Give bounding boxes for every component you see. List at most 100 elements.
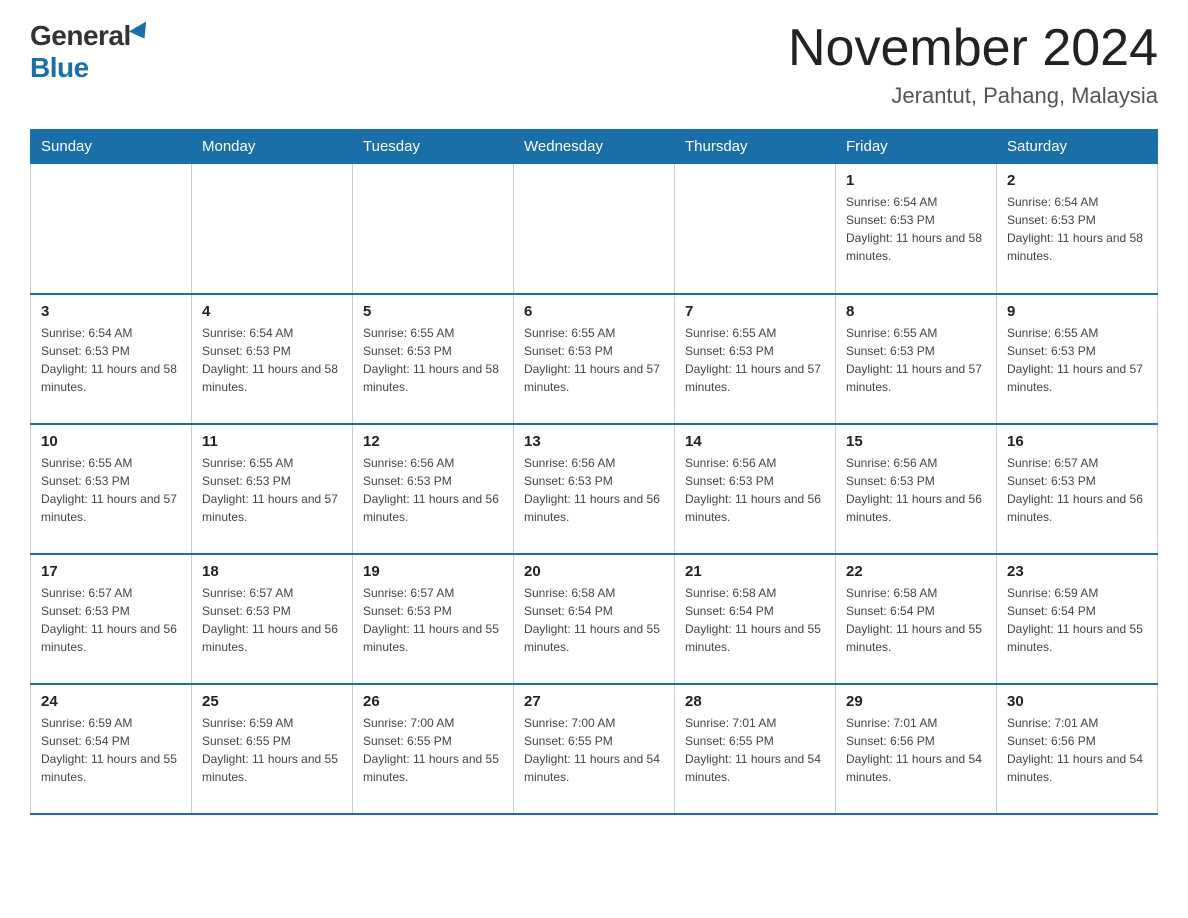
day-number: 5	[363, 303, 503, 320]
cell-w1-d1	[192, 164, 353, 294]
calendar-header: Sunday Monday Tuesday Wednesday Thursday…	[31, 130, 1158, 164]
day-info: Sunrise: 7:01 AMSunset: 6:56 PMDaylight:…	[1007, 714, 1147, 786]
day-info: Sunrise: 6:58 AMSunset: 6:54 PMDaylight:…	[846, 584, 986, 656]
cell-w5-d0: 24 Sunrise: 6:59 AMSunset: 6:54 PMDayligh…	[31, 684, 192, 814]
header-wednesday: Wednesday	[514, 130, 675, 164]
day-info: Sunrise: 6:59 AMSunset: 6:55 PMDaylight:…	[202, 714, 342, 786]
day-info: Sunrise: 6:55 AMSunset: 6:53 PMDaylight:…	[524, 324, 664, 396]
day-info: Sunrise: 6:59 AMSunset: 6:54 PMDaylight:…	[1007, 584, 1147, 656]
header-tuesday: Tuesday	[353, 130, 514, 164]
day-number: 28	[685, 693, 825, 710]
day-number: 24	[41, 693, 181, 710]
day-info: Sunrise: 7:01 AMSunset: 6:56 PMDaylight:…	[846, 714, 986, 786]
cell-w5-d6: 30 Sunrise: 7:01 AMSunset: 6:56 PMDayligh…	[997, 684, 1158, 814]
cell-w3-d5: 15 Sunrise: 6:56 AMSunset: 6:53 PMDayligh…	[836, 424, 997, 554]
day-info: Sunrise: 6:54 AMSunset: 6:53 PMDaylight:…	[1007, 193, 1147, 265]
day-info: Sunrise: 6:57 AMSunset: 6:53 PMDaylight:…	[363, 584, 503, 656]
day-number: 11	[202, 433, 342, 450]
cell-w5-d3: 27Sunrise: 7:00 AMSunset: 6:55 PMDayligh…	[514, 684, 675, 814]
day-info: Sunrise: 6:56 AMSunset: 6:53 PMDaylight:…	[846, 454, 986, 526]
cell-w3-d4: 14Sunrise: 6:56 AMSunset: 6:53 PMDayligh…	[675, 424, 836, 554]
cell-w4-d5: 22 Sunrise: 6:58 AMSunset: 6:54 PMDayligh…	[836, 554, 997, 684]
day-info: Sunrise: 7:00 AMSunset: 6:55 PMDaylight:…	[363, 714, 503, 786]
day-info: Sunrise: 6:55 AMSunset: 6:53 PMDaylight:…	[363, 324, 503, 396]
header-friday: Friday	[836, 130, 997, 164]
logo-general-text: General	[30, 20, 131, 52]
cell-w3-d0: 10 Sunrise: 6:55 AMSunset: 6:53 PMDayligh…	[31, 424, 192, 554]
day-info: Sunrise: 6:55 AMSunset: 6:53 PMDaylight:…	[846, 324, 986, 396]
header-thursday: Thursday	[675, 130, 836, 164]
day-number: 25	[202, 693, 342, 710]
cell-w4-d0: 17 Sunrise: 6:57 AMSunset: 6:53 PMDayligh…	[31, 554, 192, 684]
cell-w4-d4: 21 Sunrise: 6:58 AMSunset: 6:54 PMDayligh…	[675, 554, 836, 684]
day-info: Sunrise: 6:55 AMSunset: 6:53 PMDaylight:…	[1007, 324, 1147, 396]
day-info: Sunrise: 6:55 AMSunset: 6:53 PMDaylight:…	[202, 454, 342, 526]
header-saturday: Saturday	[997, 130, 1158, 164]
cell-w5-d5: 29 Sunrise: 7:01 AMSunset: 6:56 PMDayligh…	[836, 684, 997, 814]
day-info: Sunrise: 6:59 AMSunset: 6:54 PMDaylight:…	[41, 714, 181, 786]
cell-w1-d2	[353, 164, 514, 294]
cell-w5-d4: 28 Sunrise: 7:01 AMSunset: 6:55 PMDayligh…	[675, 684, 836, 814]
calendar-title: November 2024	[788, 20, 1158, 77]
week-row-5: 24 Sunrise: 6:59 AMSunset: 6:54 PMDayligh…	[31, 684, 1158, 814]
day-number: 13	[524, 433, 664, 450]
day-info: Sunrise: 6:56 AMSunset: 6:53 PMDaylight:…	[363, 454, 503, 526]
day-number: 8	[846, 303, 986, 320]
cell-w1-d5: 1Sunrise: 6:54 AMSunset: 6:53 PMDaylight…	[836, 164, 997, 294]
header-monday: Monday	[192, 130, 353, 164]
day-info: Sunrise: 6:54 AMSunset: 6:53 PMDaylight:…	[41, 324, 181, 396]
cell-w2-d1: 4 Sunrise: 6:54 AMSunset: 6:53 PMDaylight…	[192, 294, 353, 424]
cell-w2-d2: 5 Sunrise: 6:55 AMSunset: 6:53 PMDaylight…	[353, 294, 514, 424]
cell-w4-d3: 20Sunrise: 6:58 AMSunset: 6:54 PMDayligh…	[514, 554, 675, 684]
day-info: Sunrise: 6:56 AMSunset: 6:53 PMDaylight:…	[685, 454, 825, 526]
day-number: 2	[1007, 172, 1147, 189]
day-number: 1	[846, 172, 986, 189]
day-info: Sunrise: 6:57 AMSunset: 6:53 PMDaylight:…	[1007, 454, 1147, 526]
day-number: 21	[685, 563, 825, 580]
title-block: November 2024 Jerantut, Pahang, Malaysia	[788, 20, 1158, 109]
day-info: Sunrise: 6:55 AMSunset: 6:53 PMDaylight:…	[685, 324, 825, 396]
day-number: 27	[524, 693, 664, 710]
cell-w4-d2: 19 Sunrise: 6:57 AMSunset: 6:53 PMDayligh…	[353, 554, 514, 684]
day-info: Sunrise: 6:55 AMSunset: 6:53 PMDaylight:…	[41, 454, 181, 526]
day-number: 26	[363, 693, 503, 710]
day-number: 19	[363, 563, 503, 580]
day-number: 3	[41, 303, 181, 320]
day-number: 10	[41, 433, 181, 450]
day-info: Sunrise: 7:01 AMSunset: 6:55 PMDaylight:…	[685, 714, 825, 786]
day-info: Sunrise: 6:54 AMSunset: 6:53 PMDaylight:…	[202, 324, 342, 396]
cell-w3-d1: 11 Sunrise: 6:55 AMSunset: 6:53 PMDayligh…	[192, 424, 353, 554]
day-number: 30	[1007, 693, 1147, 710]
week-row-2: 3 Sunrise: 6:54 AMSunset: 6:53 PMDaylight…	[31, 294, 1158, 424]
header-sunday: Sunday	[31, 130, 192, 164]
day-info: Sunrise: 6:56 AMSunset: 6:53 PMDaylight:…	[524, 454, 664, 526]
day-number: 9	[1007, 303, 1147, 320]
week-row-1: 1 Sunrise: 6:54 AMSunset: 6:53 PMDaylight…	[31, 164, 1158, 294]
day-number: 22	[846, 563, 986, 580]
day-number: 29	[846, 693, 986, 710]
day-info: Sunrise: 6:57 AMSunset: 6:53 PMDaylight:…	[41, 584, 181, 656]
page-header: General Blue November 2024 Jerantut, Pah…	[30, 20, 1158, 109]
cell-w3-d2: 12Sunrise: 6:56 AMSunset: 6:53 PMDayligh…	[353, 424, 514, 554]
day-info: Sunrise: 6:57 AMSunset: 6:53 PMDaylight:…	[202, 584, 342, 656]
day-number: 17	[41, 563, 181, 580]
day-number: 6	[524, 303, 664, 320]
week-row-3: 10 Sunrise: 6:55 AMSunset: 6:53 PMDayligh…	[31, 424, 1158, 554]
header-row: Sunday Monday Tuesday Wednesday Thursday…	[31, 130, 1158, 164]
cell-w4-d1: 18 Sunrise: 6:57 AMSunset: 6:53 PMDayligh…	[192, 554, 353, 684]
cell-w3-d3: 13 Sunrise: 6:56 AMSunset: 6:53 PMDayligh…	[514, 424, 675, 554]
day-number: 7	[685, 303, 825, 320]
day-number: 20	[524, 563, 664, 580]
cell-w2-d5: 8 Sunrise: 6:55 AMSunset: 6:53 PMDaylight…	[836, 294, 997, 424]
day-number: 4	[202, 303, 342, 320]
logo-blue-text: Blue	[30, 52, 89, 84]
week-row-4: 17 Sunrise: 6:57 AMSunset: 6:53 PMDayligh…	[31, 554, 1158, 684]
logo-arrow-icon	[129, 21, 153, 43]
day-info: Sunrise: 6:58 AMSunset: 6:54 PMDaylight:…	[685, 584, 825, 656]
cell-w2-d6: 9 Sunrise: 6:55 AMSunset: 6:53 PMDaylight…	[997, 294, 1158, 424]
cell-w1-d6: 2 Sunrise: 6:54 AMSunset: 6:53 PMDaylight…	[997, 164, 1158, 294]
day-number: 15	[846, 433, 986, 450]
cell-w2-d0: 3 Sunrise: 6:54 AMSunset: 6:53 PMDaylight…	[31, 294, 192, 424]
calendar-table: Sunday Monday Tuesday Wednesday Thursday…	[30, 129, 1158, 815]
day-number: 18	[202, 563, 342, 580]
